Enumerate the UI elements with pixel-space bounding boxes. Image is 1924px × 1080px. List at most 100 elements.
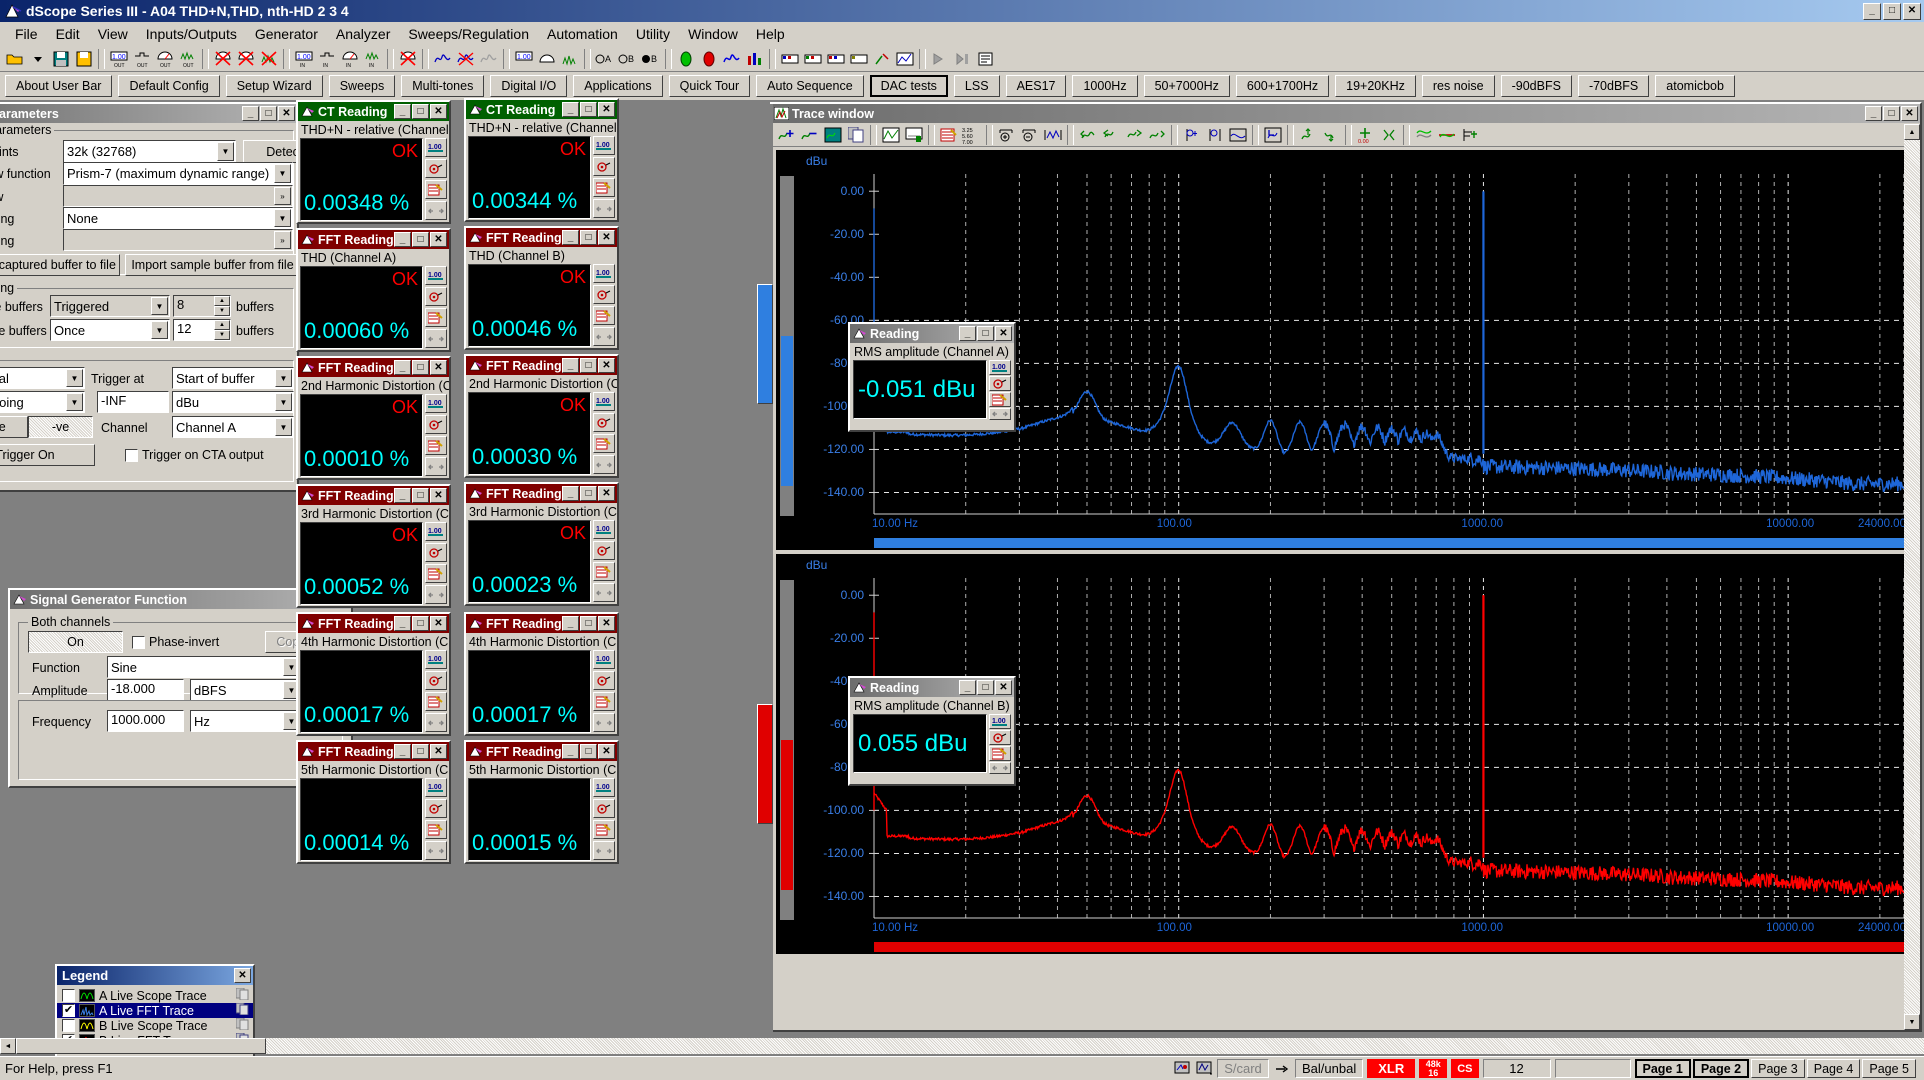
legend-item-b-live-scope-trace[interactable]: B Live Scope Trace [57,1017,253,1033]
page-button-2[interactable]: Page 2 [1692,1059,1750,1078]
numeric-format-icon[interactable]: 1.00 [593,136,615,155]
alarm-icon[interactable] [425,415,447,434]
numeric-format-icon[interactable]: 1.00 [425,522,447,541]
reading-panel-minimize-button[interactable]: _ [562,616,579,631]
chevron-down-icon[interactable]: ▼ [274,164,291,183]
chevron-down-icon[interactable]: ▼ [151,321,168,339]
reading-panel-maximize-button[interactable]: □ [580,486,597,501]
reading-panel-close-button[interactable]: ✕ [430,744,447,759]
monitor-input-icon[interactable] [1193,1058,1215,1080]
scroll-up-icon[interactable]: ▲ [1904,124,1920,140]
export-buffer-button[interactable]: Export captured buffer to file [0,254,120,276]
menu-item-view[interactable]: View [89,23,137,45]
generator-on-button[interactable]: On [28,631,123,653]
copy-icon[interactable] [235,1017,253,1033]
reading-panel-close-button[interactable]: ✕ [430,360,447,375]
save-as-icon[interactable] [73,48,95,70]
spinner-up-icon[interactable]: ▲ [214,320,230,330]
userbar-button-digital-io[interactable]: Digital I/O [490,75,568,97]
log-to-table-icon[interactable] [989,392,1011,407]
numeric-format-icon[interactable]: 1.00 [989,714,1011,729]
cursor-select-icon[interactable] [1204,124,1226,146]
navigate-icon[interactable] [593,713,615,732]
bar-graph-icon[interactable] [744,48,766,70]
reading-panel-minimize-button[interactable]: _ [394,232,411,247]
frequency-units-combo[interactable]: Hz ▼ [190,710,302,732]
marker-icon[interactable] [1378,124,1400,146]
alarm-icon[interactable] [425,159,447,178]
navigate-icon[interactable] [425,329,447,348]
navigate-icon[interactable] [593,583,615,602]
gen-level-out-icon[interactable]: 1.00 OUT [108,48,130,70]
chevron-down-icon[interactable]: ▼ [274,209,291,227]
weighting-combo[interactable]: None ▼ [63,207,293,229]
userbar-button-about-user-bar[interactable]: About User Bar [5,75,113,97]
trace-settings-icon[interactable] [1459,124,1481,146]
log-to-table-icon[interactable] [593,178,615,197]
numeric-format-icon[interactable]: 1.00 [425,778,447,797]
amplitude-units-combo[interactable]: dBFS ▼ [190,679,302,701]
average-buffers-combo[interactable]: Once ▼ [50,319,170,341]
trace-reference-icon[interactable] [1436,124,1458,146]
numeric-format-icon[interactable]: 1.00 [593,650,615,669]
menu-item-window[interactable]: Window [679,23,747,45]
numeric-format-icon[interactable]: 1.00 [425,266,447,285]
chevron-down-icon[interactable]: ▼ [66,393,83,411]
log-to-table-icon[interactable] [425,692,447,711]
reading-panel-minimize-button[interactable]: _ [562,744,579,759]
reading-panel-close-button[interactable]: ✕ [430,104,447,119]
clear-results-icon[interactable] [871,48,893,70]
navigate-icon[interactable] [425,585,447,604]
reading-panel-maximize-button[interactable]: □ [580,102,597,117]
open-file-icon[interactable] [4,48,26,70]
threshold-slope-combo[interactable]: +ve going ▼ [0,391,85,413]
navigate-icon[interactable] [989,762,1011,774]
reading-panel-maximize-button[interactable]: □ [580,744,597,759]
reading-panel-minimize-button[interactable]: _ [394,616,411,631]
userbar-button-minus-70dbfs[interactable]: -70dBFS [1577,75,1650,97]
log-to-table-icon[interactable] [593,434,615,453]
trace-window-maximize-button[interactable]: □ [1883,106,1900,121]
userbar-button-lss[interactable]: LSS [953,75,1000,97]
pan-right-icon[interactable] [1146,124,1168,146]
scroll-track[interactable] [1904,140,1920,1014]
readings-scroll-thumb-b[interactable] [757,704,773,824]
reading-panel-maximize-button[interactable]: □ [412,744,429,759]
userbar-button-default-config[interactable]: Default Config [118,75,220,97]
maximize-button[interactable]: □ [1883,2,1901,20]
userbar-button-quick-tour[interactable]: Quick Tour [668,75,751,97]
navigate-icon[interactable] [593,327,615,346]
trace-grid-icon[interactable] [880,124,902,146]
cursor-add-icon[interactable] [1181,124,1203,146]
ana-level-in-icon[interactable]: 1.00 IN [293,48,315,70]
log-to-table-icon[interactable] [593,820,615,839]
legend-checkbox[interactable] [62,989,75,1002]
reading-panel-maximize-button[interactable]: □ [412,360,429,375]
phase-invert-checkbox-row[interactable]: Phase-invert [132,635,219,649]
open-dropdown-arrow-icon[interactable] [27,48,49,70]
scope-trace-icon[interactable] [432,48,454,70]
navigate-icon[interactable] [593,841,615,860]
userbar-button-600-1700hz[interactable]: 600+1700Hz [1235,75,1330,97]
result-table-3-icon[interactable] [825,48,847,70]
menu-item-generator[interactable]: Generator [246,23,327,45]
page-button-1[interactable]: Page 1 [1634,1059,1691,1078]
ana-meter-in-icon[interactable]: IN [339,48,361,70]
legend-checkbox[interactable] [62,1019,75,1032]
trace-table-icon[interactable] [938,124,960,146]
log-to-table-icon[interactable] [593,306,615,325]
numeric-format-icon[interactable]: 1.00 [425,394,447,413]
graph-b-horizontal-scrollbar[interactable] [874,942,1904,952]
trigger-mode-combo[interactable]: Normal ▼ [0,367,85,389]
amplitude-field[interactable]: -18.000 [107,679,184,701]
reading-panel-minimize-button[interactable]: _ [562,102,579,117]
script-editor-icon[interactable] [975,48,997,70]
zero-crosshair-icon[interactable]: 0.00 [1355,124,1377,146]
log-to-table-icon[interactable] [425,564,447,583]
readings-column-scrollbar[interactable] [757,104,773,1056]
window-function-combo[interactable]: Prism-7 (maximum dynamic range) ▼ [63,162,293,185]
legend-close-button[interactable]: ✕ [234,968,251,983]
spinner-arrows[interactable]: ▲ ▼ [214,320,230,340]
menu-item-edit[interactable]: Edit [47,23,89,45]
userbar-button-auto-sequence[interactable]: Auto Sequence [756,75,864,97]
